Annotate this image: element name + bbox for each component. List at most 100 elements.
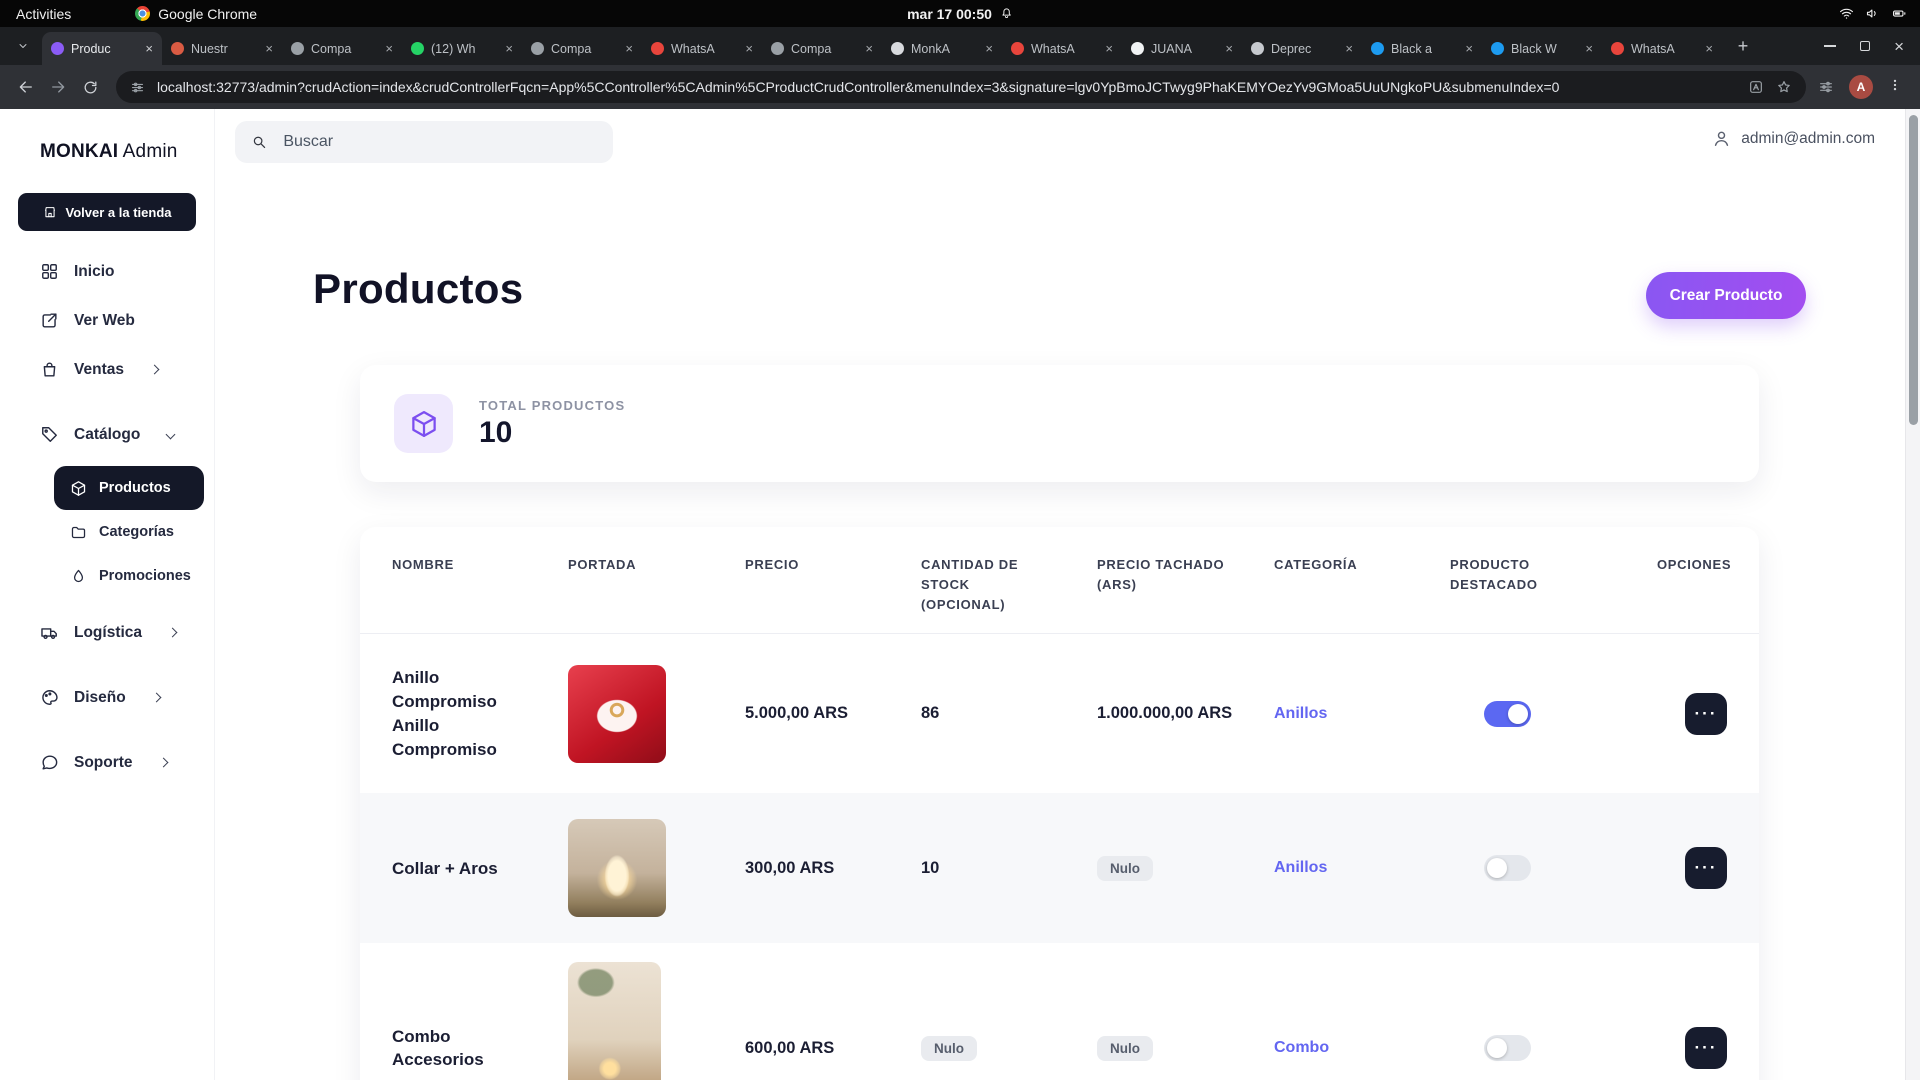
sidebar-item-soporte[interactable]: Soporte [0,738,214,787]
col-header-portada: PORTADA [568,555,745,575]
browser-tab[interactable]: Black a × [1362,32,1482,65]
tab-label: Black a [1391,42,1458,56]
sidebar-item-inicio[interactable]: Inicio [0,247,214,296]
tab-close-icon[interactable]: × [145,41,153,56]
tab-close-icon[interactable]: × [1345,41,1353,56]
profile-avatar[interactable]: A [1849,75,1873,99]
sidebar-item-categorias[interactable]: Categorías [54,510,214,554]
browser-tab[interactable]: JUANA × [1122,32,1242,65]
tab-label: Deprec [1271,42,1338,56]
window-minimize-button[interactable] [1824,45,1836,47]
stats-value: 10 [479,416,625,450]
browser-tab[interactable]: Deprec × [1242,32,1362,65]
grid-icon [40,262,59,281]
tab-label: Nuestr [191,42,258,56]
row-options-button[interactable]: ··· [1685,693,1727,735]
activities-button[interactable]: Activities [16,6,71,22]
col-header-tachado: PRECIO TACHADO (ARS) [1097,555,1232,595]
chat-icon [40,753,59,772]
featured-toggle[interactable] [1484,1035,1531,1061]
new-tab-button[interactable]: + [1730,33,1756,59]
sidebar-item-catalogo[interactable]: Catálogo [0,410,214,459]
scrollbar-thumb[interactable] [1909,115,1918,425]
tab-close-icon[interactable]: × [985,41,993,56]
page-scrollbar[interactable] [1905,109,1920,1080]
search-box[interactable] [235,121,613,163]
page-title: Productos [313,265,523,313]
total-products-card: TOTAL PRODUCTOS 10 [360,365,1759,482]
site-info-icon[interactable] [130,80,145,95]
tab-close-icon[interactable]: × [1465,41,1473,56]
chevron-right-icon [158,758,168,768]
search-input[interactable] [283,133,597,151]
sidebar-item-productos[interactable]: Productos [54,466,204,510]
featured-toggle[interactable] [1484,701,1531,727]
back-to-store-button[interactable]: Volver a la tienda [18,193,196,231]
tab-close-icon[interactable]: × [1105,41,1113,56]
browser-tab[interactable]: WhatsA × [642,32,762,65]
product-name: Collar + Aros [392,857,544,881]
system-tray[interactable] [1839,6,1908,21]
sidebar-item-ventas[interactable]: Ventas [0,345,214,394]
tab-close-icon[interactable]: × [745,41,753,56]
browser-menu-icon[interactable] [1888,77,1902,98]
reload-button[interactable] [74,71,106,103]
tab-favicon [1131,42,1144,55]
url-text[interactable]: localhost:32773/admin?crudAction=index&c… [157,79,1736,95]
forward-button[interactable] [42,71,74,103]
sidebar-menu: Inicio Ver Web Ventas Catálogo [0,247,214,787]
sidebar-item-ver-web[interactable]: Ver Web [0,296,214,345]
browser-tab[interactable]: WhatsA × [1602,32,1722,65]
tab-close-icon[interactable]: × [1585,41,1593,56]
tab-close-icon[interactable]: × [865,41,873,56]
browser-tab[interactable]: (12) Wh × [402,32,522,65]
tab-close-icon[interactable]: × [505,41,513,56]
tab-close-icon[interactable]: × [265,41,273,56]
row-options-button[interactable]: ··· [1685,847,1727,889]
extensions-icon[interactable] [1818,79,1834,95]
tab-close-icon[interactable]: × [1705,41,1713,56]
tab-label: WhatsA [671,42,738,56]
chevron-right-icon [151,693,161,703]
clock-label: mar 17 00:50 [907,6,992,22]
sidebar-item-promociones[interactable]: Promociones [54,554,214,598]
browser-tab[interactable]: Compa × [522,32,642,65]
back-button[interactable] [10,71,42,103]
featured-toggle[interactable] [1484,855,1531,881]
browser-tab[interactable]: Compa × [762,32,882,65]
window-maximize-button[interactable] [1860,41,1870,51]
product-category-link[interactable]: Combo [1274,1039,1450,1057]
create-product-button[interactable]: Crear Producto [1646,272,1806,319]
product-category-link[interactable]: Anillos [1274,705,1450,723]
browser-tab[interactable]: Nuestr × [162,32,282,65]
tab-close-icon[interactable]: × [625,41,633,56]
box-icon [70,480,87,497]
browser-tab[interactable]: Black W × [1482,32,1602,65]
browser-tab[interactable]: Compa × [282,32,402,65]
table-row: Combo Accesorios 600,00 ARS Nulo Nulo Co… [360,943,1759,1080]
translate-icon[interactable] [1748,79,1764,95]
window-close-button[interactable]: × [1894,38,1904,55]
tab-close-icon[interactable]: × [1225,41,1233,56]
browser-tab[interactable]: WhatsA × [1002,32,1122,65]
tab-favicon [171,42,184,55]
bookmark-star-icon[interactable] [1776,79,1792,95]
folder-icon [70,524,87,541]
row-options-button[interactable]: ··· [1685,1027,1727,1069]
product-image [568,962,661,1080]
tab-label: Compa [791,42,858,56]
sidebar-item-logistica[interactable]: Logística [0,608,214,657]
tab-label: Compa [551,42,618,56]
browser-tab[interactable]: MonkA × [882,32,1002,65]
clock[interactable]: mar 17 00:50 [907,6,1013,22]
browser-tab-products[interactable]: Produc × [42,32,162,65]
tab-close-icon[interactable]: × [385,41,393,56]
user-menu[interactable]: admin@admin.com [1712,129,1875,148]
sidebar-item-diseno[interactable]: Diseño [0,673,214,722]
product-category-link[interactable]: Anillos [1274,859,1450,877]
tab-search-button[interactable] [10,33,36,59]
product-stock: 86 [921,704,1097,723]
tab-label: Compa [311,42,378,56]
user-email: admin@admin.com [1741,130,1875,148]
address-bar[interactable]: localhost:32773/admin?crudAction=index&c… [116,71,1806,103]
